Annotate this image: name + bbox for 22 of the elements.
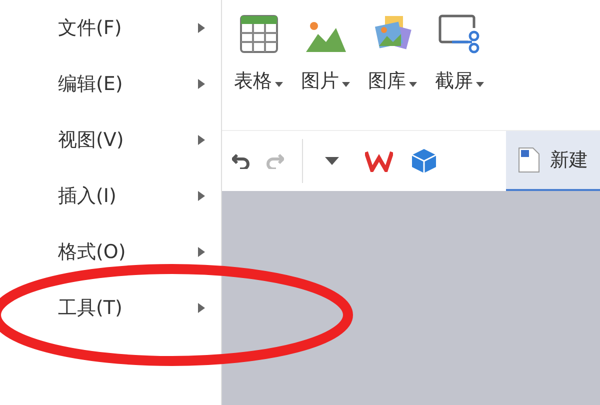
wps-logo-icon[interactable] bbox=[365, 150, 393, 172]
caret-icon bbox=[476, 82, 484, 87]
menu-item[interactable]: 编辑(E) bbox=[0, 56, 221, 112]
menu-item[interactable]: 格式(O) bbox=[0, 224, 221, 280]
undo-icon[interactable] bbox=[232, 153, 250, 169]
document-tab[interactable]: 新建 bbox=[506, 131, 600, 191]
caret-icon bbox=[275, 82, 283, 87]
ribbon-button[interactable]: 截屏 bbox=[435, 14, 484, 130]
caret-icon bbox=[409, 82, 417, 87]
table-icon bbox=[238, 14, 278, 54]
ribbon-button[interactable]: 图片 bbox=[301, 14, 350, 130]
ribbon-button[interactable]: 表格 bbox=[234, 14, 283, 130]
menu-item[interactable]: 文件(F) bbox=[0, 0, 221, 56]
ribbon-button[interactable]: 图库 bbox=[368, 14, 417, 130]
menu-item[interactable]: 工具(T) bbox=[0, 280, 221, 336]
screenshot-icon bbox=[438, 14, 482, 54]
caret-icon bbox=[342, 82, 350, 87]
cube-icon[interactable] bbox=[411, 148, 437, 174]
menu-item[interactable]: 插入(I) bbox=[0, 168, 221, 224]
document-icon bbox=[518, 147, 540, 173]
menu-item[interactable]: 视图(V) bbox=[0, 112, 221, 168]
dropdown-caret-icon[interactable] bbox=[325, 157, 339, 165]
